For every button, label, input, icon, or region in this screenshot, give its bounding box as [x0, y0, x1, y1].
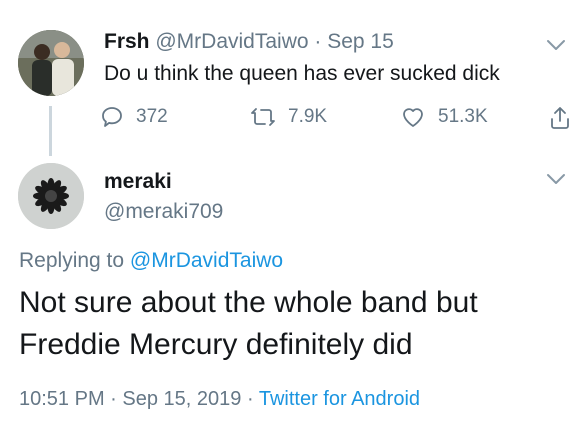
retweet-icon [251, 108, 275, 126]
reply-time[interactable]: 10:51 PM [19, 388, 105, 410]
reply-date[interactable]: Sep 15, 2019 [122, 388, 241, 410]
avatar-frsh[interactable] [18, 30, 84, 96]
parent-menu-button[interactable] [546, 38, 566, 56]
replying-to: Replying to @MrDavidTaiwo [19, 249, 283, 273]
parent-date[interactable]: Sep 15 [327, 30, 394, 53]
like-button[interactable]: 51.3K [400, 105, 488, 129]
chevron-down-icon [547, 174, 565, 184]
retweet-button[interactable]: 7.9K [250, 105, 327, 129]
reply-menu-button[interactable] [546, 172, 566, 190]
reply-button[interactable]: 372 [100, 105, 168, 129]
meta-separator-2: · [246, 388, 254, 410]
like-icon [403, 108, 423, 127]
reply-display-name[interactable]: meraki [104, 170, 172, 194]
retweet-count: 7.9K [288, 106, 328, 127]
parent-tweet-header: Frsh @MrDavidTaiwo · Sep 15 [104, 30, 394, 54]
reply-meta: 10:51 PM · Sep 15, 2019 · Twitter for An… [19, 388, 420, 411]
chevron-down-icon [547, 40, 565, 50]
reply-count: 372 [136, 106, 168, 127]
reply-tweet-text: Not sure about the whole band but Freddi… [19, 286, 478, 361]
reply-icon [102, 107, 122, 127]
parent-display-name[interactable]: Frsh [104, 30, 150, 53]
parent-tweet-text: Do u think the queen has ever sucked dic… [104, 62, 500, 85]
source-link[interactable]: Twitter for Android [259, 388, 420, 410]
avatar-meraki[interactable] [18, 163, 84, 229]
share-button[interactable] [548, 105, 572, 131]
reply-handle[interactable]: @meraki709 [104, 200, 223, 224]
replying-prefix: Replying to [19, 249, 125, 272]
thread-line [49, 106, 52, 156]
replying-handle-link[interactable]: @MrDavidTaiwo [130, 249, 283, 272]
meta-separator-1: · [110, 388, 117, 410]
parent-handle[interactable]: @MrDavidTaiwo [155, 30, 308, 53]
share-icon [551, 107, 569, 129]
parent-separator: · [314, 30, 322, 53]
like-count: 51.3K [438, 106, 488, 127]
